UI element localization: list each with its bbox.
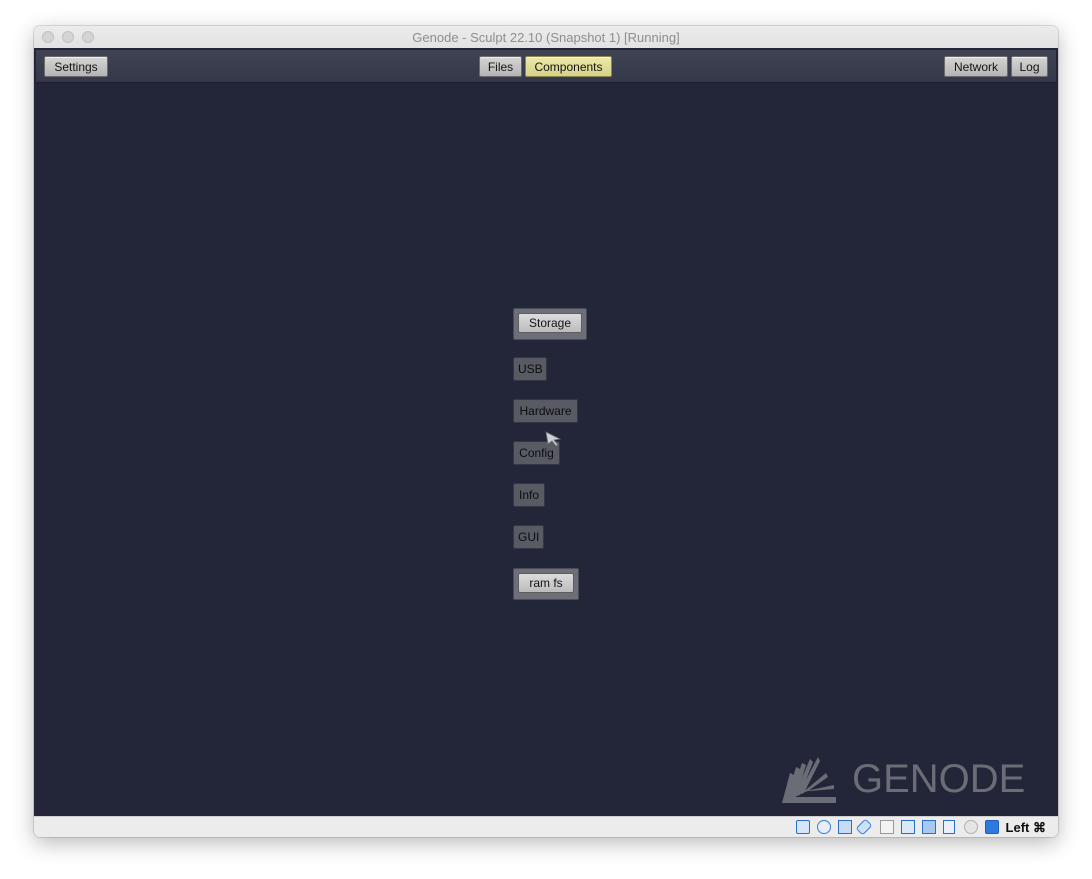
mouse-integration-icon[interactable] — [964, 820, 978, 834]
log-button[interactable]: Log — [1011, 56, 1048, 77]
network-icon[interactable] — [838, 820, 852, 834]
video-capture-icon[interactable] — [922, 820, 936, 834]
sculpt-top-panel: Settings Files Components Network Log — [36, 50, 1056, 83]
usb-icon[interactable] — [855, 818, 873, 836]
virtualbox-window: Genode - Sculpt 22.10 (Snapshot 1) [Runn… — [34, 26, 1058, 837]
genode-logo-mark-icon — [782, 757, 836, 803]
genode-logo-text: GENODE — [852, 757, 1026, 801]
down-arrow-icon[interactable] — [985, 820, 999, 834]
hard-disk-icon[interactable] — [796, 820, 810, 834]
genode-logo: GENODE — [780, 753, 1025, 809]
mouse-pointer-icon — [545, 431, 562, 447]
network-button[interactable]: Network — [944, 56, 1008, 77]
ram-fs-button[interactable]: ram fs — [518, 573, 574, 593]
hardware-node[interactable]: Hardware — [513, 399, 578, 423]
info-node[interactable]: Info — [513, 483, 545, 507]
components-tab[interactable]: Components — [525, 56, 612, 77]
window-title: Genode - Sculpt 22.10 (Snapshot 1) [Runn… — [412, 30, 680, 45]
optical-drive-icon[interactable] — [817, 820, 831, 834]
settings-button[interactable]: Settings — [44, 56, 108, 77]
storage-node[interactable]: Storage — [513, 308, 587, 340]
storage-button[interactable]: Storage — [518, 313, 582, 333]
ram-fs-node[interactable]: ram fs — [513, 568, 579, 600]
cpu-icon[interactable] — [943, 820, 955, 834]
vm-status-bar: Left ⌘ — [34, 816, 1058, 837]
shared-folder-icon[interactable] — [880, 820, 894, 834]
files-tab[interactable]: Files — [479, 56, 522, 77]
guest-screen[interactable]: Settings Files Components Network Log St… — [34, 48, 1058, 816]
gui-node[interactable]: GUI — [513, 525, 544, 549]
host-key-label: Left ⌘ — [1005, 820, 1046, 835]
window-titlebar[interactable]: Genode - Sculpt 22.10 (Snapshot 1) [Runn… — [34, 26, 1058, 49]
display-icon[interactable] — [901, 820, 915, 834]
usb-node[interactable]: USB — [513, 357, 547, 381]
